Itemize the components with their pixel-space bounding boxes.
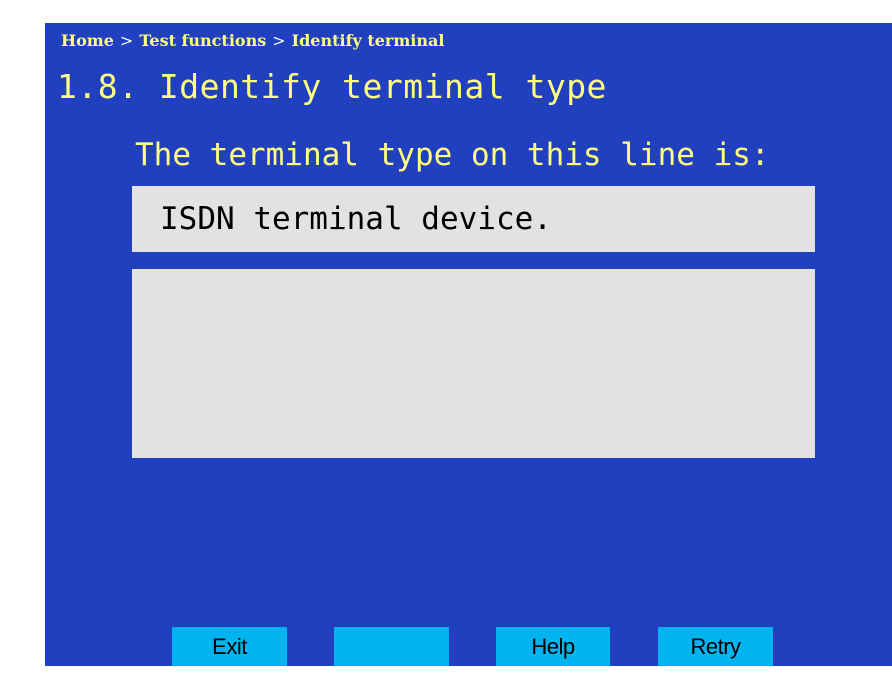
exit-button[interactable]: Exit	[172, 627, 287, 666]
breadcrumb-item-home[interactable]: Home	[61, 31, 114, 50]
breadcrumb-item-identify-terminal: Identify terminal	[291, 30, 445, 50]
page-title: 1.8. Identify terminal type	[57, 67, 607, 106]
blank-softkey[interactable]	[334, 627, 449, 666]
terminal-type-result: ISDN terminal device.	[132, 186, 815, 252]
breadcrumb-separator: >	[119, 30, 134, 50]
breadcrumb-item-test-functions[interactable]: Test functions	[139, 31, 266, 50]
breadcrumb-separator: >	[272, 30, 286, 50]
device-screen: Home > Test functions > Identify termina…	[45, 23, 892, 666]
retry-button[interactable]: Retry	[658, 627, 773, 666]
result-prompt: The terminal type on this line is:	[135, 137, 770, 173]
breadcrumb: Home > Test functions > Identify termina…	[61, 27, 444, 53]
help-button[interactable]: Help	[496, 627, 610, 666]
details-panel	[132, 269, 815, 458]
